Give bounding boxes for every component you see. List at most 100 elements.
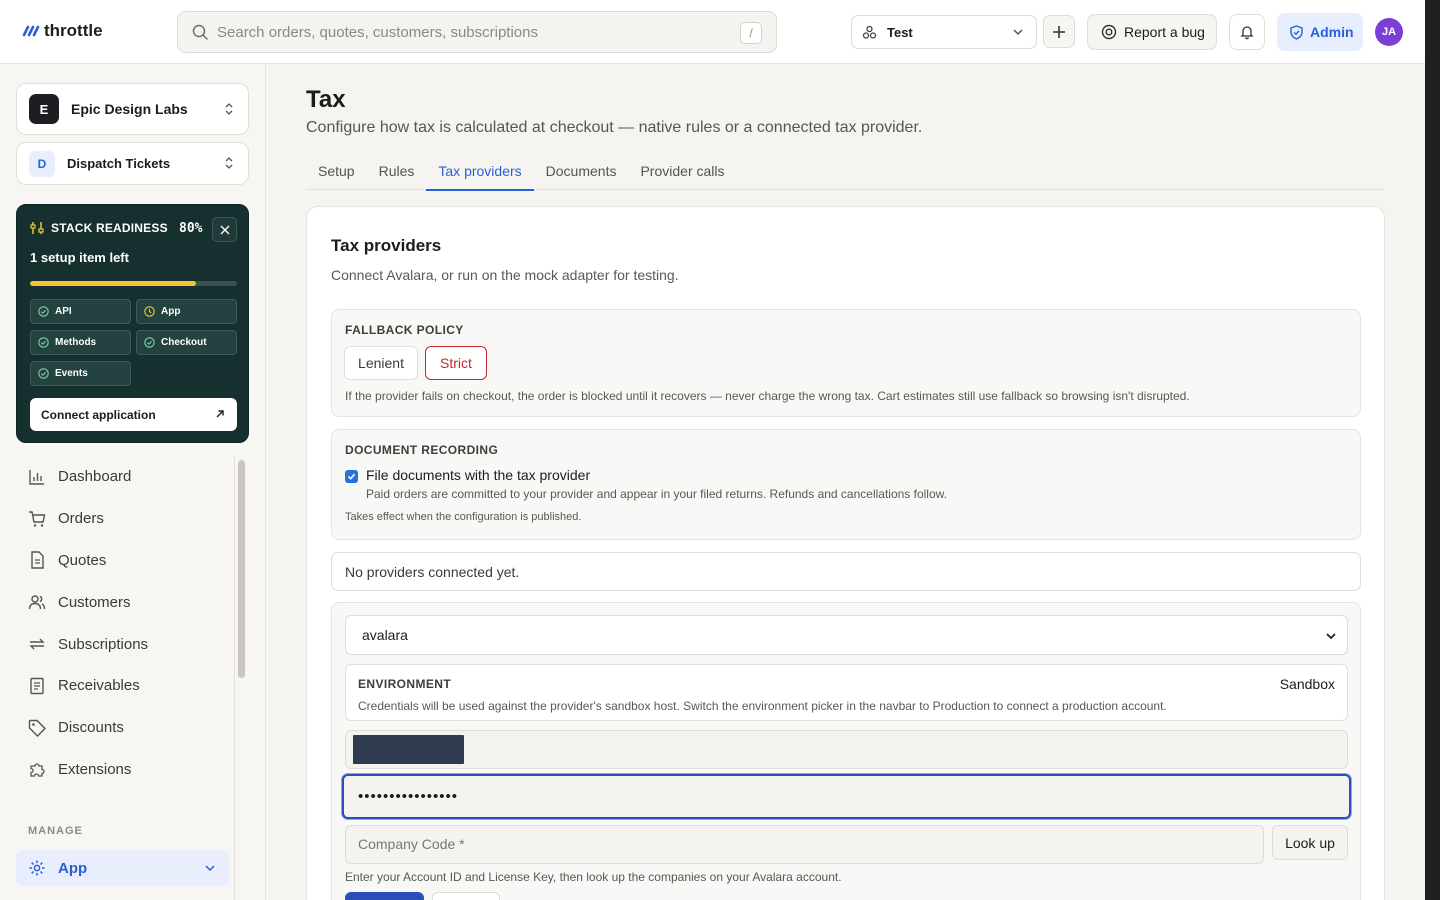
tab-provider-calls[interactable]: Provider calls [628,151,736,190]
check-circle-icon [38,337,49,348]
search-placeholder: Search orders, quotes, customers, subscr… [217,23,538,41]
chip-api[interactable]: API [30,299,131,324]
chip-events[interactable]: Events [30,361,131,386]
provider-select-value: avalara [362,627,408,643]
provider-select[interactable]: avalara [345,615,1348,655]
shield-icon [1290,24,1303,40]
sidebar-item-app[interactable]: App [16,850,230,886]
company-code-field[interactable]: Company Code * [345,825,1264,864]
sidebar-item-label: Receivables [58,677,140,695]
sidebar-scrollbar[interactable] [234,456,248,900]
strict-option[interactable]: Strict [425,346,487,380]
brand-name: throttle [44,21,103,40]
file-documents-label[interactable]: File documents with the tax provider [366,467,590,483]
manage-heading: MANAGE [28,825,83,837]
connect-application-button[interactable]: Connect application [30,398,237,431]
environment-label: Test [887,24,913,40]
environment-info-description: Credentials will be used against the pro… [358,699,1167,713]
redacted-value [353,735,464,764]
tab-documents[interactable]: Documents [534,151,629,190]
look-up-button[interactable]: Look up [1272,825,1348,860]
global-search[interactable]: Search orders, quotes, customers, subscr… [177,11,777,53]
tab-setup[interactable]: Setup [306,151,367,190]
admin-button[interactable]: Admin [1277,13,1363,51]
chip-app[interactable]: App [136,299,237,324]
page-scrollbar[interactable] [1425,0,1440,900]
save-button[interactable] [345,892,424,900]
chevron-updown-icon [225,103,233,115]
chevron-down-icon [205,865,215,872]
chevron-down-icon [1326,633,1336,640]
readiness-heading: STACK READINESS [30,221,168,235]
report-bug-label: Report a bug [1124,24,1205,40]
chip-checkout[interactable]: Checkout [136,330,237,355]
sidebar-item-dashboard[interactable]: Dashboard [16,456,234,498]
environment-info-value: Sandbox [1279,676,1335,692]
chevron-down-icon [1013,29,1023,36]
card-title: Tax providers [331,236,442,255]
sidebar-item-orders[interactable]: Orders [16,498,234,540]
sidebar-item-subscriptions[interactable]: Subscriptions [16,623,234,665]
sidebar-item-receivables[interactable]: Receivables [16,665,234,707]
form-hint: Enter your Account ID and License Key, t… [345,870,842,884]
chip-label: App [161,306,181,317]
environment-info: ENVIRONMENT Sandbox Credentials will be … [345,664,1348,721]
search-icon [192,24,208,40]
file-documents-checkbox[interactable] [345,470,358,483]
org-switcher[interactable]: E Epic Design Labs [16,83,249,135]
sidebar-item-label: Dashboard [58,468,132,486]
cart-icon [29,510,46,527]
sidebar-item-label: App [58,859,88,877]
environment-info-label: ENVIRONMENT [358,677,452,691]
sidebar-item-customers[interactable]: Customers [16,581,234,623]
receipt-icon [30,677,44,695]
admin-label: Admin [1310,24,1354,40]
card-subtitle: Connect Avalara, or run on the mock adap… [331,267,679,283]
tab-rules[interactable]: Rules [367,151,427,190]
repeat-icon [29,638,45,650]
tab-bar: Setup Rules Tax providers Documents Prov… [306,151,1384,191]
sidebar-nav: Dashboard Orders Quotes Customers Subscr… [16,456,234,790]
sidebar-item-label: Quotes [58,551,107,569]
brand-logo[interactable]: throttle [22,21,103,41]
org-name: Epic Design Labs [71,101,188,117]
sidebar-item-extensions[interactable]: Extensions [16,749,234,791]
bell-icon [1240,26,1254,40]
environment-select[interactable]: Test [851,15,1037,49]
tab-tax-providers[interactable]: Tax providers [426,151,534,191]
license-key-field[interactable]: •••••••••••••••• [342,774,1351,819]
arrow-up-right-icon [216,410,224,418]
cancel-button[interactable] [432,892,500,900]
puzzle-icon [30,763,45,778]
sidebar-item-label: Orders [58,510,104,528]
notifications-button[interactable] [1229,14,1265,50]
add-button[interactable] [1043,15,1075,48]
sidebar-item-label: Customers [58,593,131,611]
document-icon [31,551,44,570]
lifebuoy-icon [1101,24,1117,40]
report-bug-button[interactable]: Report a bug [1087,14,1217,50]
sidebar-item-label: Subscriptions [58,635,149,653]
tax-providers-card: Tax providers Connect Avalara, or run on… [306,206,1385,900]
gear-icon [29,860,45,876]
sidebar-item-quotes[interactable]: Quotes [16,540,234,582]
users-icon [28,595,46,610]
document-recording-section: DOCUMENT RECORDING File documents with t… [331,429,1361,540]
chip-methods[interactable]: Methods [30,330,131,355]
sidebar-item-discounts[interactable]: Discounts [16,707,234,749]
org-badge: E [29,94,59,124]
check-circle-icon [38,368,49,379]
account-id-field[interactable] [345,730,1348,769]
fallback-policy-label: FALLBACK POLICY [345,323,464,337]
app-switcher[interactable]: D Dispatch Tickets [16,142,249,185]
avatar[interactable]: JA [1375,18,1403,46]
lenient-option[interactable]: Lenient [344,346,418,380]
sidebar-scroll-thumb[interactable] [238,460,245,678]
chip-label: Checkout [161,337,207,348]
plus-icon [1053,25,1065,38]
dismiss-readiness-button[interactable] [212,217,237,242]
chip-label: API [55,306,72,317]
throttle-logo-icon [22,25,40,37]
readiness-progress-fill [30,281,196,286]
chevron-updown-icon [225,157,233,169]
